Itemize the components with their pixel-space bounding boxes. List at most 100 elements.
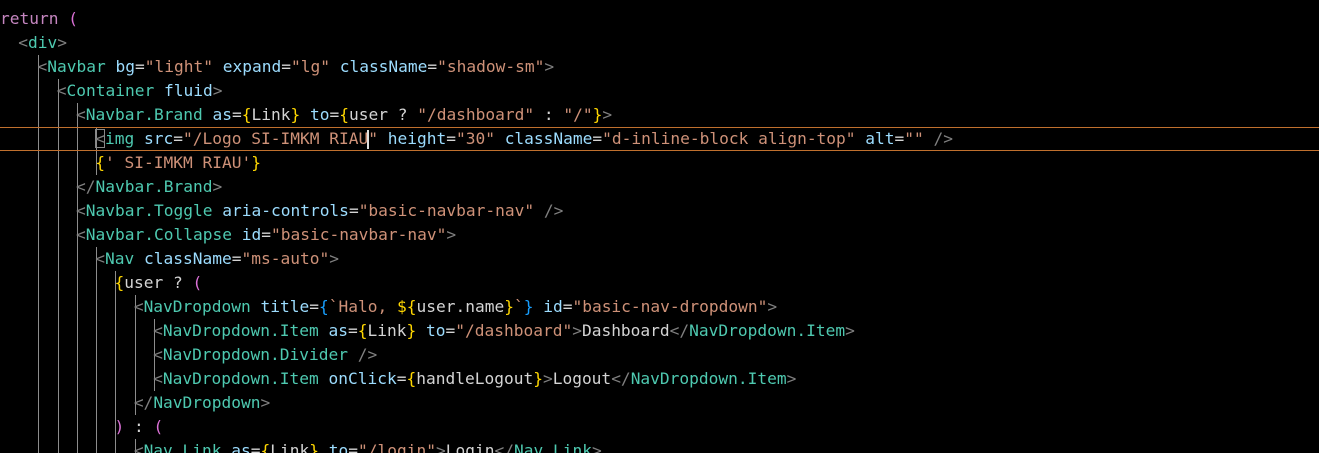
code-token: expand	[222, 57, 282, 76]
code-line[interactable]: </Navbar.Brand>	[0, 175, 222, 199]
code-token: Link	[367, 321, 407, 340]
code-token: >	[542, 369, 553, 388]
code-token: </	[494, 441, 514, 453]
code-token: "/Logo SI-IMKM RIAU	[183, 129, 369, 148]
code-token: (	[153, 417, 164, 436]
code-token: =	[348, 321, 358, 340]
code-token: <	[76, 225, 86, 244]
code-token: `	[513, 297, 524, 316]
code-token: ""	[904, 129, 924, 148]
code-line[interactable]: <NavDropdown.Item onClick={handleLogout}…	[0, 367, 796, 391]
code-token: )	[114, 417, 125, 436]
code-line-current[interactable]: <img src="/Logo SI-IMKM RIAU" height="30…	[0, 127, 1319, 151]
code-token: =	[309, 297, 319, 316]
code-token: =	[562, 297, 573, 316]
code-token: Navbar	[47, 57, 106, 76]
code-token: =	[894, 129, 905, 148]
code-editor[interactable]: return (<div> <Navbar bg="light" expand="…	[0, 0, 1319, 453]
code-token: <	[18, 33, 28, 52]
code-token: Nav.Link	[143, 441, 222, 453]
code-token: img	[105, 129, 135, 148]
code-token: fluid	[163, 81, 213, 100]
code-token: Navbar.Brand	[85, 105, 203, 124]
code-token: className	[144, 249, 232, 268]
code-token: NavDropdown	[153, 393, 261, 412]
code-token: onClick	[328, 369, 397, 388]
code-token: "d-inline-block align-top"	[602, 129, 856, 148]
code-line[interactable]: <Nav.Link as={Link} to="/login">Login</N…	[0, 439, 602, 453]
code-token: {	[357, 321, 368, 340]
code-token: alt	[865, 129, 895, 148]
code-token: >	[544, 57, 555, 76]
code-line[interactable]: <NavDropdown title={`Halo, ${user.name}`…	[0, 295, 777, 319]
code-token: <	[76, 201, 86, 220]
code-token: >	[767, 297, 778, 316]
code-token: "	[368, 129, 378, 148]
code-token: Navbar.Toggle	[85, 201, 213, 220]
code-line[interactable]: <Navbar bg="light" expand="lg" className…	[0, 55, 555, 79]
code-line[interactable]: <Navbar.Collapse id="basic-navbar-nav">	[0, 223, 456, 247]
code-token: Container	[66, 81, 155, 100]
code-token: "/dashboard"	[455, 321, 573, 340]
code-line[interactable]: {user ? (	[0, 271, 203, 295]
code-token: >	[845, 321, 855, 340]
code-line[interactable]: {' SI-IMKM RIAU'}	[0, 151, 261, 175]
code-token: id	[241, 225, 262, 244]
code-token: :	[534, 105, 564, 124]
code-token: Navbar.Collapse	[85, 225, 232, 244]
code-line[interactable]: ) : (	[0, 415, 164, 439]
code-line[interactable]: <Navbar.Toggle aria-controls="basic-navb…	[0, 199, 563, 223]
code-token: >	[572, 321, 582, 340]
code-token: {	[95, 153, 106, 172]
code-token: div	[28, 33, 58, 52]
code-token: =	[250, 441, 261, 453]
code-token: Link	[251, 105, 291, 124]
code-line[interactable]: <Navbar.Brand as={Link} to={user ? "/das…	[0, 103, 612, 127]
code-token: "/dashboard"	[417, 105, 535, 124]
code-token: =	[446, 129, 456, 148]
code-token: Logout	[552, 369, 612, 388]
code-line[interactable]: </NavDropdown>	[0, 391, 270, 415]
code-token: as	[328, 321, 349, 340]
code-token: NavDropdown.Item	[162, 321, 319, 340]
code-token: }	[523, 297, 534, 316]
code-token: >	[446, 225, 457, 244]
code-token: ${	[396, 297, 417, 316]
code-token: }	[251, 153, 261, 172]
code-token: >	[57, 33, 67, 52]
code-line[interactable]: <Nav className="ms-auto">	[0, 247, 339, 271]
code-token: to	[426, 321, 446, 340]
code-line[interactable]: return (	[0, 7, 78, 31]
code-token: <	[133, 297, 144, 316]
code-token: Nav.Link	[513, 441, 592, 453]
code-line[interactable]: <NavDropdown.Divider />	[0, 343, 377, 367]
code-token: >	[329, 249, 339, 268]
code-token: "basic-nav-dropdown"	[572, 297, 768, 316]
code-token: "lg"	[290, 57, 330, 76]
code-token: ' SI-IMKM RIAU'	[105, 153, 252, 172]
code-token: NavDropdown.Item	[162, 369, 319, 388]
code-token: =	[281, 57, 291, 76]
code-token: <	[153, 345, 163, 364]
code-token: Dashboard	[581, 321, 670, 340]
code-token: =	[231, 249, 242, 268]
code-token: "basic-navbar-nav"	[270, 225, 447, 244]
code-line[interactable]: <div>	[0, 31, 67, 55]
code-token: NavDropdown	[143, 297, 251, 316]
code-token: Link	[270, 441, 310, 453]
code-token: >	[260, 393, 271, 412]
code-line[interactable]: <NavDropdown.Item as={Link} to="/dashboa…	[0, 319, 855, 343]
code-token: />	[933, 129, 954, 148]
code-line[interactable]: <Container fluid>	[0, 79, 223, 103]
